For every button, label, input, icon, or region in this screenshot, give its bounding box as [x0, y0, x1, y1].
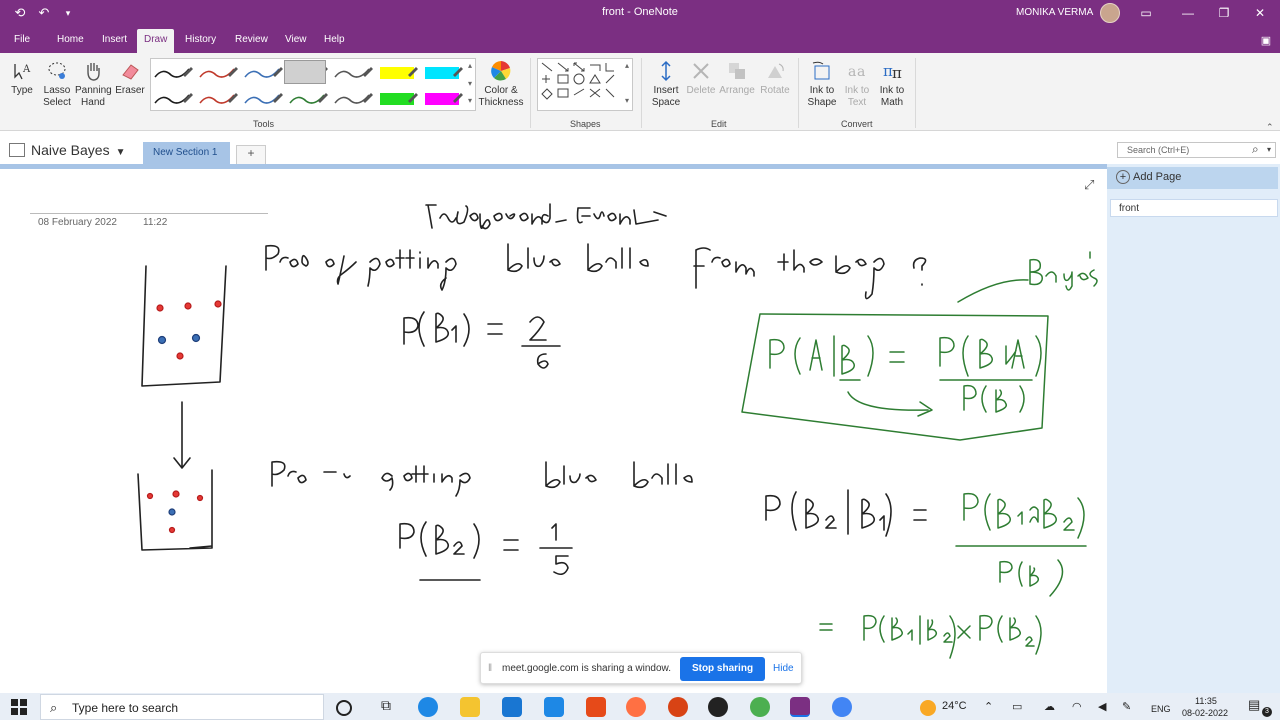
store-icon[interactable]	[502, 697, 522, 717]
page-list-pane	[1107, 164, 1280, 693]
powerpoint-icon[interactable]	[668, 697, 688, 717]
language-indicator[interactable]: ENG	[1151, 704, 1171, 714]
ink-bayes-formula	[769, 335, 1042, 417]
ink-bayes-box	[741, 313, 1049, 441]
task-view-icon[interactable]: ⧉	[376, 697, 396, 717]
weather-temp[interactable]: 24°C	[942, 700, 967, 712]
share-message: meet.google.com is sharing a window.	[502, 663, 671, 674]
ink-p-b2	[399, 521, 573, 581]
maximize-icon[interactable]: ❐	[1216, 5, 1232, 21]
network-icon[interactable]: ▭	[1012, 700, 1022, 713]
notification-icon[interactable]: ▤	[1248, 697, 1260, 713]
sticky-notes-icon[interactable]: ▣	[1258, 33, 1274, 49]
edge-icon[interactable]	[418, 697, 438, 717]
ink-p-b2-given-b1	[765, 489, 927, 537]
file-explorer-icon[interactable]	[460, 697, 480, 717]
taskbar-search-input[interactable]: ⌕ Type here to search	[40, 694, 324, 720]
hide-button[interactable]: Hide	[773, 663, 794, 674]
volume-icon[interactable]: ◀	[1098, 700, 1106, 713]
chrome-icon[interactable]	[750, 697, 770, 717]
firefox-icon[interactable]	[626, 697, 646, 717]
onedrive-icon[interactable]: ☁	[1044, 700, 1055, 713]
wifi-icon[interactable]: ◠	[1072, 700, 1082, 713]
weather-icon[interactable]	[920, 700, 936, 716]
handwritten-ink	[137, 203, 1098, 659]
balls	[146, 300, 222, 534]
search-icon: ⌕	[50, 700, 58, 715]
office-icon[interactable]	[586, 697, 606, 717]
minimize-icon[interactable]: —	[1180, 5, 1196, 21]
ink-p-b1	[403, 311, 561, 369]
ink-product-formula	[819, 614, 1042, 659]
clock-date[interactable]: 08-02-2022	[1182, 708, 1228, 718]
clock-time[interactable]: 11:35	[1195, 696, 1217, 706]
ribbon-display-icon[interactable]: ▭	[1138, 5, 1154, 21]
stop-sharing-button[interactable]: Stop sharing	[680, 657, 765, 681]
mail-icon[interactable]	[544, 697, 564, 717]
ink-bayes-label	[957, 251, 1098, 303]
ink-title	[425, 203, 667, 230]
ink-bag-1	[141, 265, 227, 387]
ink-conditional-formula	[955, 492, 1087, 597]
page-item-front[interactable]: front	[1110, 199, 1278, 217]
onenote-icon[interactable]	[790, 697, 810, 717]
close-icon[interactable]: ✕	[1252, 5, 1268, 21]
drag-handle-icon[interactable]: ‖	[488, 663, 492, 674]
search-scope-dropdown-icon[interactable]: ▾	[1267, 145, 1271, 154]
ink-arrow-down	[173, 401, 191, 469]
obs-icon[interactable]	[708, 697, 728, 717]
search-icon[interactable]: ⌕	[1252, 142, 1259, 157]
cortana-icon[interactable]	[336, 700, 352, 716]
ink-question-1	[265, 243, 927, 300]
tray-chevron-icon[interactable]: ⌃	[984, 700, 993, 713]
ink-question-2	[271, 460, 693, 497]
ink-bag-2	[137, 469, 213, 551]
screen-share-bar: ‖ meet.google.com is sharing a window. S…	[480, 652, 802, 684]
chrome-icon-2[interactable]	[832, 697, 852, 717]
plus-icon: +	[1116, 170, 1130, 184]
windows-start-icon[interactable]	[10, 698, 28, 716]
notification-badge: 3	[1262, 707, 1272, 717]
add-page-button[interactable]: + Add Page	[1107, 167, 1278, 189]
pen-icon[interactable]: ✎	[1122, 700, 1131, 713]
